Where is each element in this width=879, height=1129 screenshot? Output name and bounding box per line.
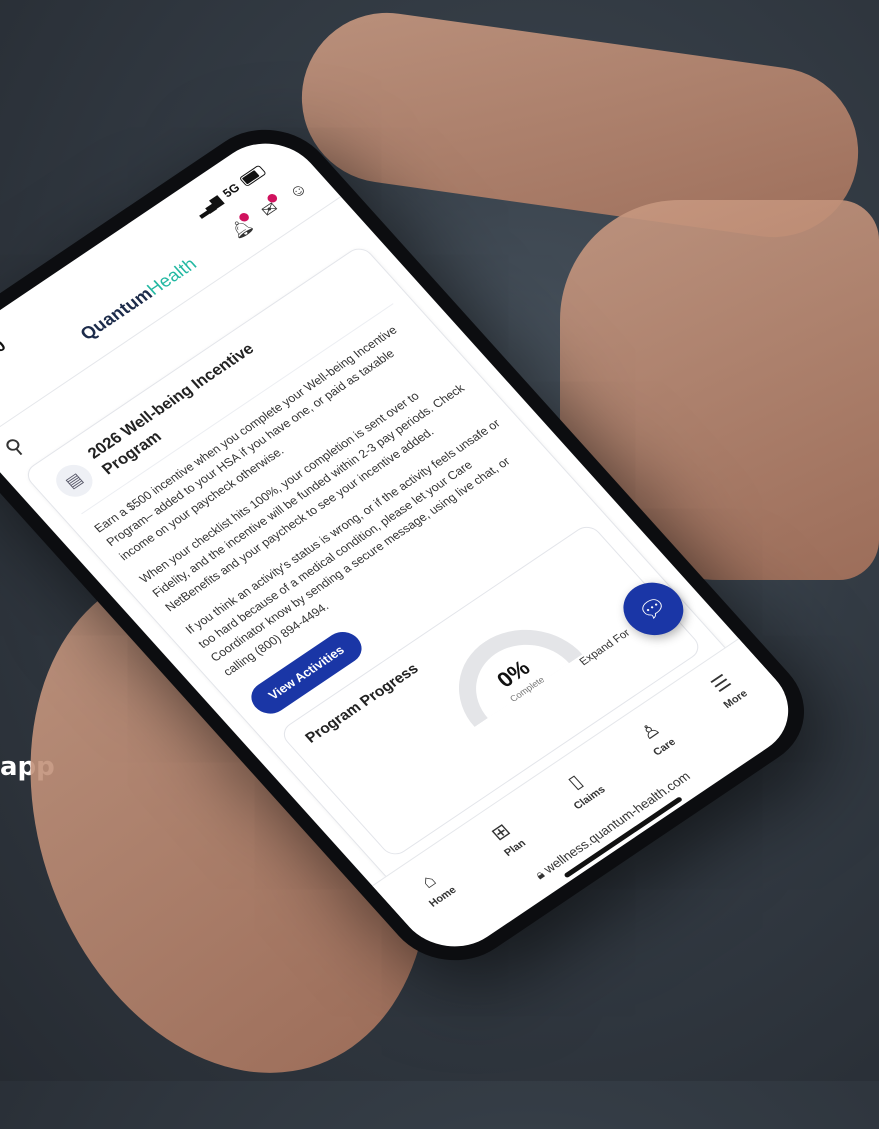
clipboard-icon: ▤ [48,458,100,503]
nav-plan[interactable]: ⊞ Plan [484,818,529,858]
nav-care[interactable]: ♙ Care [633,717,679,758]
claims-icon: ▯ [564,771,588,794]
progress-gauge: 0% Complete [430,605,585,730]
chat-bubbles-icon: 💬︎ [633,591,674,626]
profile-icon[interactable]: ☺ [283,178,313,204]
bell-icon[interactable]: 🔔︎ [226,211,257,242]
nav-more[interactable]: ☰ More [704,668,750,711]
search-icon[interactable]: ⚲ [0,433,30,461]
logo-light: Health [142,253,201,299]
nav-home[interactable]: ⌂ Home [409,865,459,909]
mail-icon[interactable]: ✉ [255,192,285,223]
notification-badge [237,211,251,224]
nav-claims[interactable]: ▯ Claims [554,764,608,812]
notification-badge [265,192,280,205]
home-icon: ⌂ [416,870,441,893]
